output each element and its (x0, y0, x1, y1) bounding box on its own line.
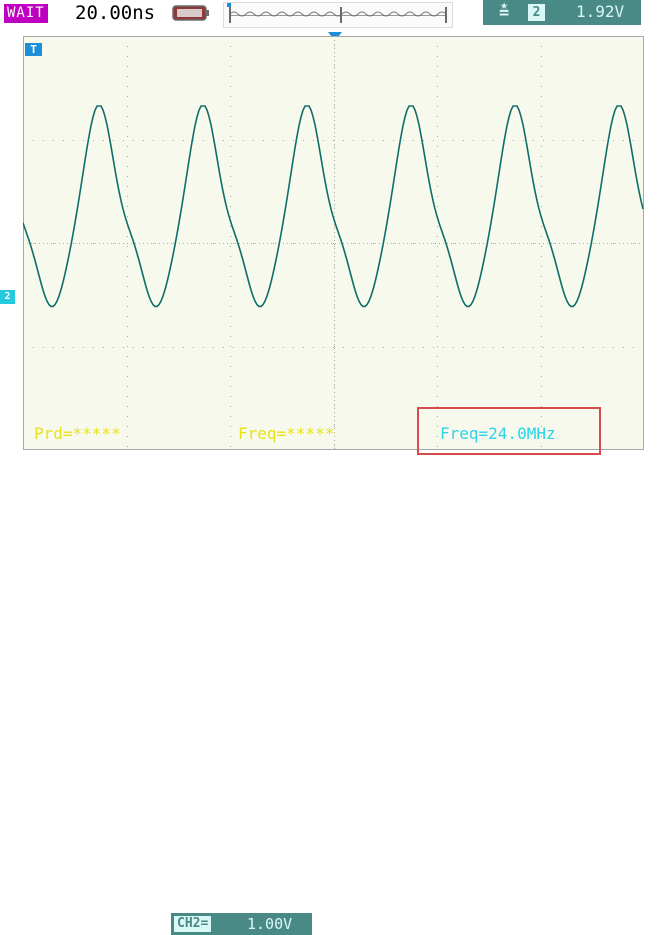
trigger-level: 1.92V (576, 2, 625, 21)
battery-icon (172, 5, 209, 21)
channel-2-label: CH2= (174, 916, 212, 932)
trigger-source: 2 (528, 4, 545, 21)
top-status-bar: WAIT 20.00ns ≛ 2 1.92V (0, 0, 657, 28)
annotation-highlight-box (417, 407, 601, 455)
rising-edge-icon: ≛ (499, 3, 510, 23)
channel-2-scale-panel[interactable]: CH2= 1.00V (171, 913, 312, 935)
time-reference-marker: T (25, 43, 42, 56)
frequency-measurement-1: Freq=***** (238, 424, 335, 443)
graticule-grid (23, 36, 644, 450)
channel-2-ground-marker[interactable]: 2 (0, 290, 15, 304)
trigger-panel[interactable]: ≛ 2 1.92V (483, 0, 641, 25)
acquisition-status: WAIT (4, 4, 48, 23)
ch2-waveform-trace (23, 105, 644, 308)
trigger-position-icon[interactable] (223, 2, 453, 28)
waveform-display (23, 36, 644, 450)
bottom-status-bar: CH2= 1.00V (0, 455, 657, 935)
channel-2-volts-per-div: 1.00V (247, 915, 293, 933)
period-measurement: Prd=***** (34, 424, 121, 443)
timebase-value[interactable]: 20.00ns (73, 1, 158, 24)
